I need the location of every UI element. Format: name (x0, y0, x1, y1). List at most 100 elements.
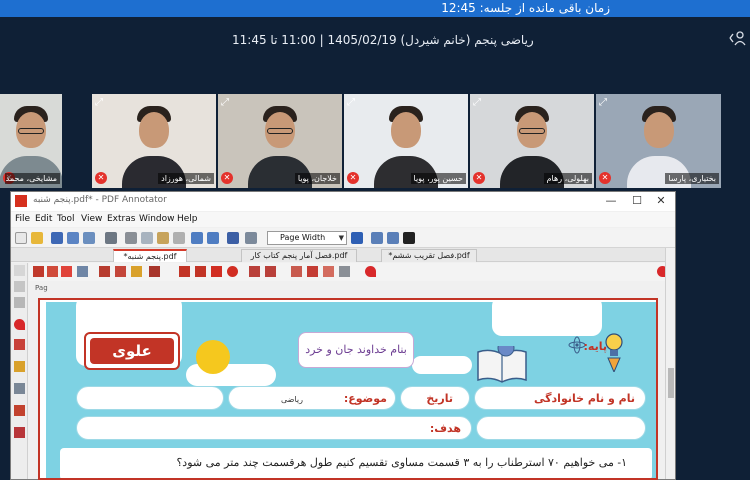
bookmark-icon[interactable] (14, 281, 25, 292)
pen-tool-icon[interactable] (14, 339, 25, 350)
find-icon[interactable] (227, 232, 239, 244)
left-tool-rail (11, 263, 28, 479)
question-1: ۱- می خواهیم ۷۰ استرطناب را به ۳ قسمت مس… (176, 456, 627, 469)
select-arrow-icon[interactable] (33, 266, 44, 277)
scrollbar-thumb[interactable] (668, 368, 674, 398)
participant-face (139, 112, 169, 148)
date-label: تاریخ (426, 392, 453, 405)
email-icon[interactable] (83, 232, 95, 244)
thumbnail-icon[interactable] (14, 297, 25, 308)
tab-document-1[interactable]: *پنجم شنبه.pdf (113, 249, 187, 262)
save-icon[interactable] (51, 232, 63, 244)
stamp-tool-icon[interactable] (149, 266, 160, 277)
crop-icon[interactable] (307, 266, 318, 277)
expand-icon[interactable]: ⤢ (599, 97, 611, 109)
magnifier-icon[interactable] (77, 266, 88, 277)
pdf-page[interactable]: علوی بنام خداوند جان و خرد پایه: نام و ن… (38, 298, 658, 480)
participant-video-tile[interactable]: ⤢ ✕ بختیاری، پارسا (596, 94, 721, 188)
session-title: ریاضی پنجم (خانم شیردل) 1405/02/19 | 11:… (232, 33, 534, 47)
user-icon[interactable] (728, 30, 746, 46)
marker-icon[interactable] (131, 266, 142, 277)
zoom-select[interactable]: Page Width ▼ (267, 231, 347, 245)
participant-video-tile[interactable]: ⤢ ✕ بهلولی، رهام (470, 94, 594, 188)
window-titlebar[interactable]: پنجم شنبه.pdf* - PDF Annotator — ☐ ✕ (11, 192, 675, 211)
redo-icon[interactable] (207, 232, 219, 244)
arrow-icon[interactable] (195, 266, 206, 277)
expand-icon[interactable]: ⤢ (95, 97, 107, 109)
participant-video-tile[interactable]: ⤢ ✕ خلاجان، پویا (218, 94, 342, 188)
favorite-heart-icon[interactable] (14, 319, 25, 330)
pen-icon[interactable] (115, 266, 126, 277)
paste-icon[interactable] (157, 232, 169, 244)
select-text-icon[interactable] (47, 266, 58, 277)
menu-view[interactable]: View (81, 214, 102, 224)
menu-help[interactable]: Help (177, 214, 198, 224)
participant-name: شمالی، هورزاد (158, 173, 214, 184)
session-timer-bar: زمان باقی مانده از جلسه: 12:45 (0, 0, 750, 17)
save-as-icon[interactable] (67, 232, 79, 244)
menu-extras[interactable]: Extras (107, 214, 135, 224)
hand-tool-icon[interactable] (61, 266, 72, 277)
new-document-icon[interactable] (15, 232, 27, 244)
window-title: پنجم شنبه.pdf* - PDF Annotator (33, 195, 167, 205)
muted-mic-icon: ✕ (473, 172, 485, 184)
name-field: نام و نام خانوادگی (474, 386, 646, 410)
maximize-button[interactable]: ☐ (627, 193, 647, 209)
expand-icon[interactable]: ⤢ (347, 97, 359, 109)
sun-icon (196, 340, 230, 374)
delete-icon[interactable] (173, 232, 185, 244)
eraser-icon[interactable] (323, 266, 334, 277)
lightbulb-icon (605, 333, 623, 372)
fit-width-icon[interactable] (387, 232, 399, 244)
text-select-icon[interactable] (99, 266, 110, 277)
participant-name: خلاجان، پویا (294, 173, 340, 184)
subject-field: موضوع: ریاضی (228, 386, 396, 410)
close-button[interactable]: ✕ (651, 193, 671, 209)
subject-value: ریاضی (281, 395, 303, 404)
minimize-button[interactable]: — (601, 193, 621, 209)
menu-file[interactable]: File (15, 214, 30, 224)
arrow-tool-icon[interactable] (14, 427, 25, 438)
menu-edit[interactable]: Edit (35, 214, 52, 224)
zoom-in-icon[interactable] (351, 232, 363, 244)
highlighter-icon[interactable] (14, 361, 25, 372)
participant-video-tile[interactable]: ✕مشایخی، محمد (0, 94, 62, 188)
lasso-icon[interactable] (265, 266, 276, 277)
expand-icon[interactable]: ⤢ (221, 97, 233, 109)
subject-label: موضوع: (343, 392, 387, 405)
image-stamp-icon[interactable] (14, 383, 25, 394)
muted-mic-icon: ✕ (95, 172, 107, 184)
participant-video-tile[interactable]: ⤢ ✕ حسین پور، پویا (344, 94, 468, 188)
link-icon[interactable] (249, 266, 260, 277)
camera-icon[interactable] (291, 266, 302, 277)
fit-page-icon[interactable] (371, 232, 383, 244)
print-icon[interactable] (105, 232, 117, 244)
ellipse-icon[interactable] (227, 266, 238, 277)
document-tabs: *پنجم شنبه.pdf فصل آمار پنجم کتاب کار.pd… (11, 248, 675, 262)
cut-icon[interactable] (125, 232, 137, 244)
blank-field (76, 386, 224, 410)
date-field: تاریخ (400, 386, 470, 410)
participant-video-tile[interactable]: ⤢ ✕ شمالی، هورزاد (92, 94, 216, 188)
page-layout-icon[interactable] (245, 232, 257, 244)
menu-tool[interactable]: Tool (57, 214, 74, 224)
annotation-toolbar (29, 263, 675, 281)
undo-icon[interactable] (191, 232, 203, 244)
panel-toggle-icon[interactable] (14, 265, 25, 276)
vertical-scrollbar[interactable] (665, 248, 675, 479)
menu-window[interactable]: Window (139, 214, 175, 224)
copy-icon[interactable] (141, 232, 153, 244)
line-icon[interactable] (179, 266, 190, 277)
rectangle-icon[interactable] (211, 266, 222, 277)
tab-document-2[interactable]: فصل آمار پنجم کتاب کار.pdf (241, 249, 357, 262)
stamp-icon[interactable] (14, 405, 25, 416)
main-toolbar: Page Width ▼ (11, 228, 675, 248)
text-box-icon[interactable] (339, 266, 350, 277)
tab-document-3[interactable]: *فصل تقریب ششم.pdf (381, 249, 477, 262)
glasses-icon (18, 128, 44, 134)
basmala-title: بنام خداوند جان و خرد (298, 332, 414, 368)
open-folder-icon[interactable] (31, 232, 43, 244)
fullscreen-icon[interactable] (403, 232, 415, 244)
expand-icon[interactable]: ⤢ (473, 97, 485, 109)
heart-stamp-icon[interactable] (365, 266, 376, 277)
